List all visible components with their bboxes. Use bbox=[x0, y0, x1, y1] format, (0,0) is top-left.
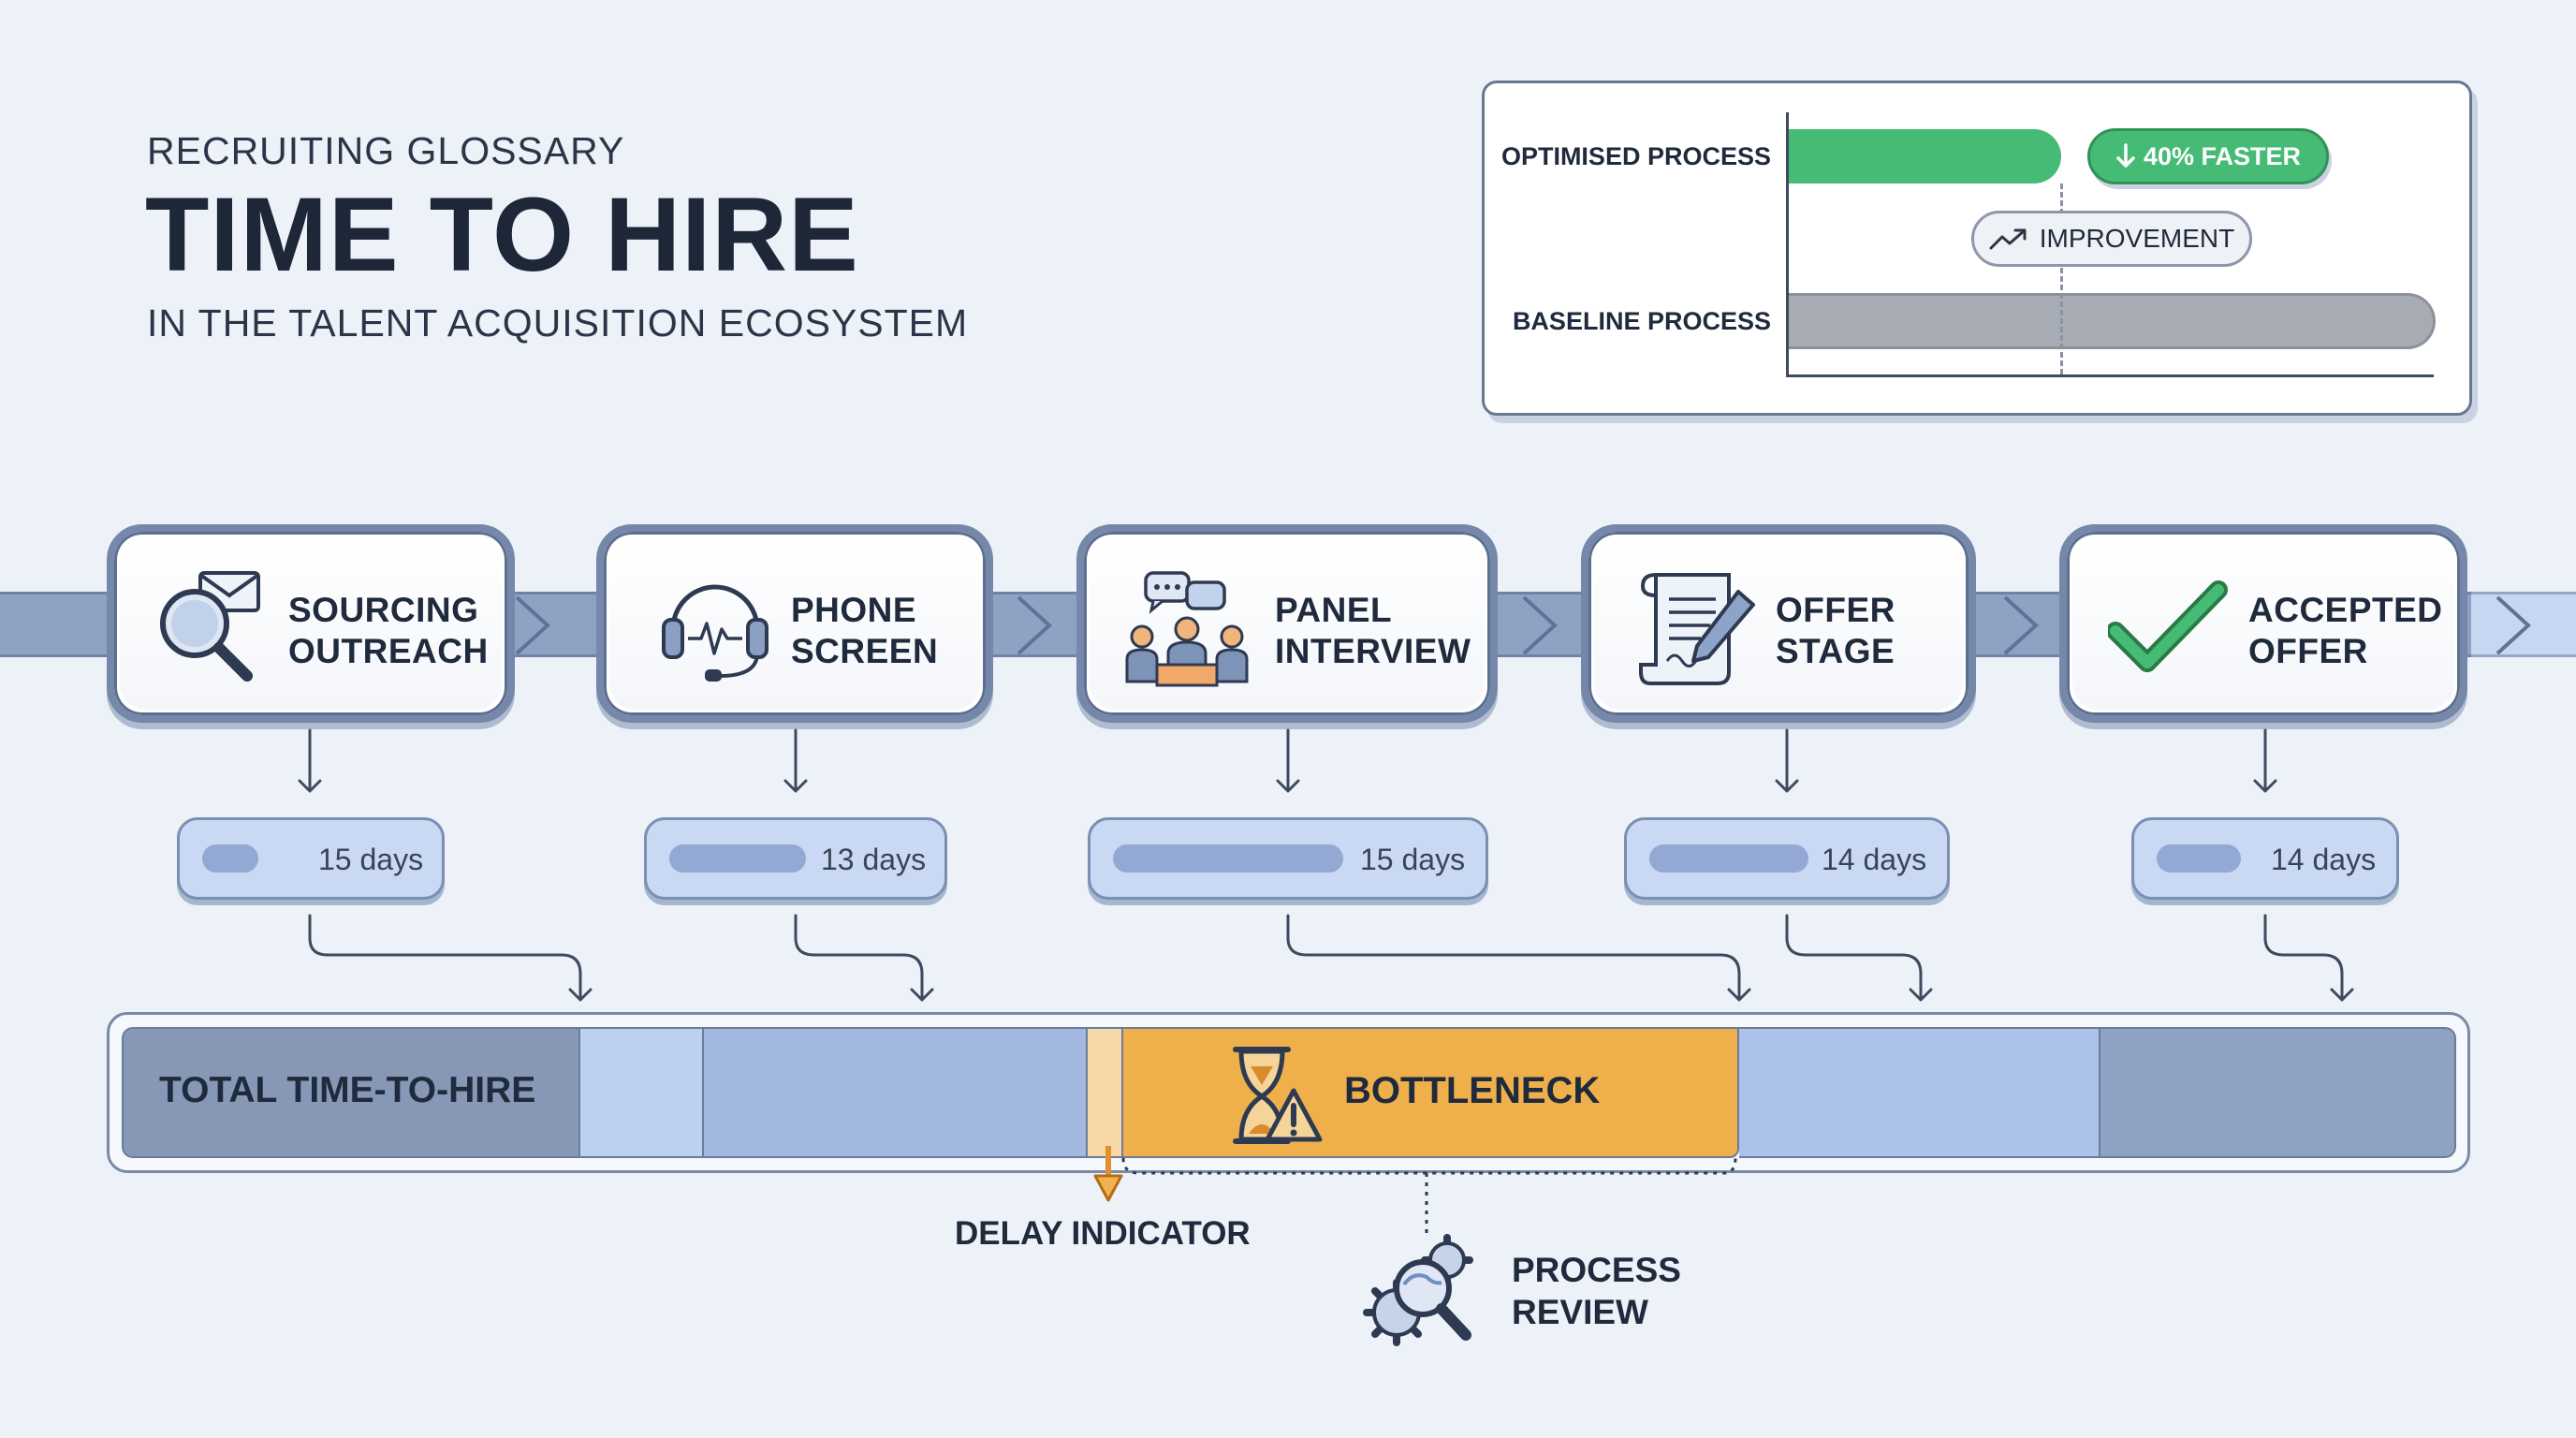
comparison-axis-y bbox=[1786, 112, 1789, 377]
connector-arrow bbox=[794, 914, 934, 1002]
chevron-right-icon bbox=[1522, 595, 1558, 655]
duration-pill: 14 days bbox=[2131, 817, 2399, 900]
arrow-down-icon bbox=[1276, 728, 1300, 793]
stage-label-line2: STAGE bbox=[1776, 632, 1895, 670]
stage-label-line2: OUTREACH bbox=[288, 632, 489, 670]
process-review-line2: REVIEW bbox=[1512, 1293, 1648, 1331]
page-subtitle: IN THE TALENT ACQUISITION ECOSYSTEM bbox=[147, 301, 969, 345]
duration-pill: 14 days bbox=[1624, 817, 1950, 900]
stage-label-line1: PANEL bbox=[1275, 591, 1393, 629]
duration-pill: 15 days bbox=[177, 817, 445, 900]
comparison-axis-x bbox=[1786, 374, 2434, 377]
arrow-down-icon bbox=[1093, 1174, 1123, 1202]
chevron-right-icon bbox=[515, 595, 550, 655]
delay-indicator-label: DELAY INDICATOR bbox=[955, 1215, 1251, 1252]
stage-card-sourcing-outreach: SOURCING OUTREACH bbox=[107, 524, 515, 723]
stage-label-line1: ACCEPTED bbox=[2248, 591, 2443, 629]
arrow-down-icon bbox=[2116, 143, 2135, 168]
stage-label-line1: OFFER bbox=[1776, 591, 1895, 629]
duration-text: 15 days bbox=[1360, 843, 1466, 876]
duration-pill: 15 days bbox=[1088, 817, 1488, 900]
process-review-label: PROCESS REVIEW bbox=[1512, 1249, 1681, 1333]
duration-text: 13 days bbox=[821, 843, 927, 876]
hourglass-warning-icon bbox=[1233, 1047, 1323, 1144]
stage-label-line2: OFFER bbox=[2248, 632, 2368, 670]
eyebrow-label: RECRUITING GLOSSARY bbox=[147, 129, 625, 172]
panel-meeting-icon bbox=[1125, 571, 1249, 687]
optimised-process-bar bbox=[1788, 129, 2061, 183]
segment-offer bbox=[1739, 1027, 2100, 1158]
arrow-down-icon bbox=[298, 728, 322, 793]
faster-badge: 40% FASTER bbox=[2087, 128, 2329, 184]
stage-label-line1: PHONE bbox=[791, 591, 917, 629]
baseline-process-bar bbox=[1788, 293, 2436, 349]
connector-arrow bbox=[2263, 914, 2354, 1002]
trend-up-icon bbox=[1989, 228, 2027, 250]
chevron-right-icon bbox=[1017, 595, 1052, 655]
stage-label-line2: INTERVIEW bbox=[1275, 632, 1471, 670]
duration-bar bbox=[1113, 844, 1343, 873]
duration-bar bbox=[2157, 844, 2241, 873]
stage-card-panel-interview: PANEL INTERVIEW bbox=[1076, 524, 1498, 723]
total-time-label: TOTAL TIME-TO-HIRE bbox=[159, 1070, 536, 1110]
contract-pen-icon bbox=[1639, 573, 1755, 685]
chevron-right-icon bbox=[2003, 595, 2039, 655]
duration-bar bbox=[1649, 844, 1808, 873]
optimised-process-label: OPTIMISED PROCESS bbox=[1500, 142, 1771, 170]
duration-text: 14 days bbox=[2271, 843, 2377, 876]
connector-arrow bbox=[308, 914, 593, 1002]
checkmark-icon bbox=[2108, 580, 2228, 672]
stage-label-line1: SOURCING bbox=[288, 591, 479, 629]
stage-card-phone-screen: PHONE SCREEN bbox=[596, 524, 993, 723]
segment-phone-screen bbox=[704, 1027, 1088, 1158]
faster-badge-text: 40% FASTER bbox=[2143, 141, 2302, 170]
improvement-badge: IMPROVEMENT bbox=[1971, 211, 2252, 267]
delay-segment bbox=[1088, 1027, 1123, 1158]
segment-accepted bbox=[2100, 1027, 2456, 1158]
improvement-badge-text: IMPROVEMENT bbox=[2039, 224, 2235, 253]
duration-text: 14 days bbox=[1822, 843, 1927, 876]
stage-label-line2: SCREEN bbox=[791, 632, 939, 670]
headset-icon bbox=[662, 584, 768, 682]
connector-arrow bbox=[1286, 914, 1751, 1002]
magnifier-envelope-icon bbox=[160, 571, 260, 682]
segment-sourcing bbox=[580, 1027, 704, 1158]
bottleneck-label: BOTTLENECK bbox=[1344, 1070, 1601, 1111]
chevron-right-icon bbox=[2496, 595, 2531, 655]
stage-card-offer-stage: OFFER STAGE bbox=[1581, 524, 1976, 723]
arrow-down-icon bbox=[783, 728, 808, 793]
arrow-down-icon bbox=[1775, 728, 1799, 793]
duration-bar bbox=[669, 844, 806, 873]
page-title: TIME TO HIRE bbox=[145, 176, 859, 293]
connector-arrow bbox=[1785, 914, 1933, 1002]
duration-text: 15 days bbox=[318, 843, 424, 876]
duration-pill: 13 days bbox=[644, 817, 947, 900]
stage-card-accepted-offer: ACCEPTED OFFER bbox=[2059, 524, 2467, 723]
process-review-line1: PROCESS bbox=[1512, 1251, 1681, 1289]
duration-bar bbox=[202, 844, 258, 873]
baseline-process-label: BASELINE PROCESS bbox=[1512, 307, 1771, 335]
arrow-down-icon bbox=[2253, 728, 2277, 793]
process-review-gear-icon bbox=[1363, 1234, 1473, 1346]
